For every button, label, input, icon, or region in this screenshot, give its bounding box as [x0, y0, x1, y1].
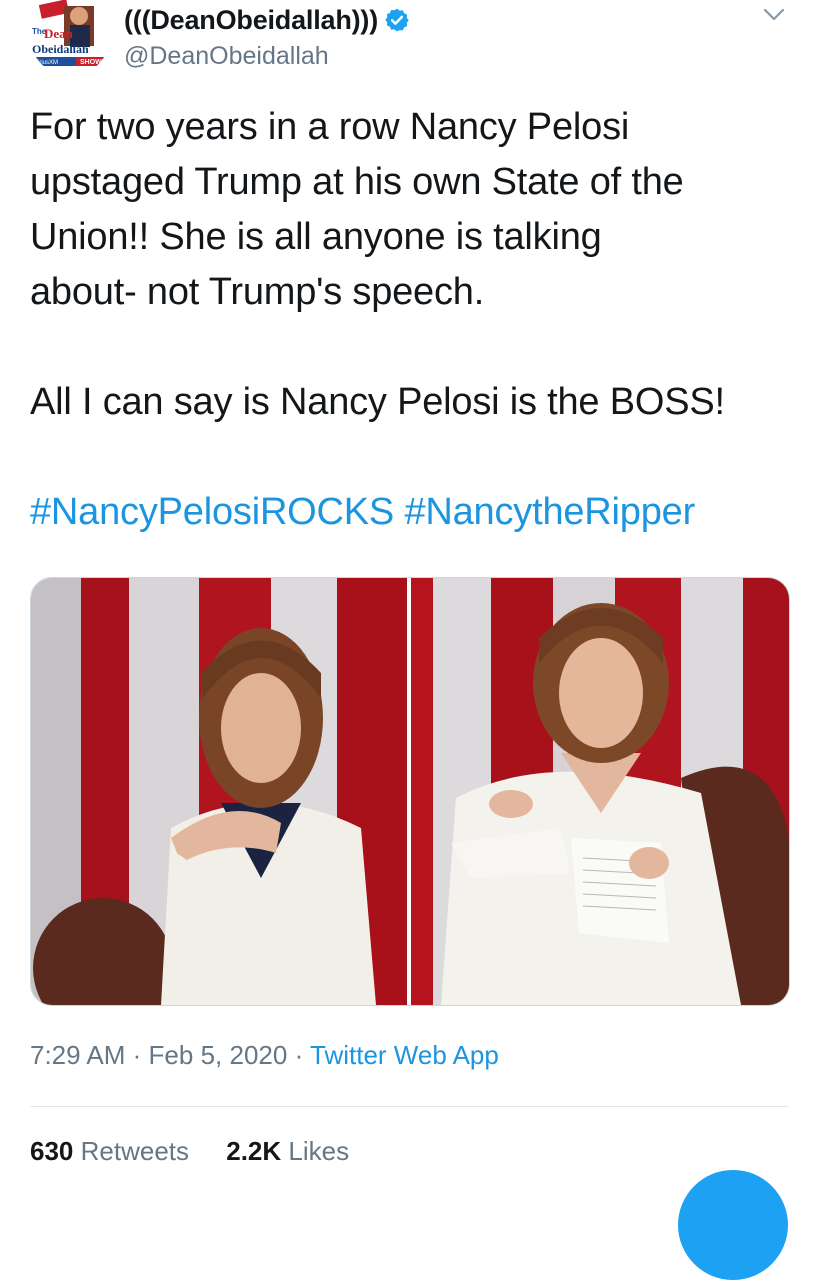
- tweet-text: For two years in a row Nancy Pelosi upst…: [30, 100, 790, 540]
- tweet-meta: 7:29 AM · Feb 5, 2020 · Twitter Web App: [30, 1040, 499, 1071]
- author-name-row[interactable]: (((DeanObeidallah))): [124, 2, 410, 38]
- tweet-text-second-paragraph: All I can say is Nancy Pelosi is the BOS…: [30, 381, 725, 423]
- tweet-text-line: Union!! She is all anyone is talking: [30, 216, 602, 258]
- media-photo[interactable]: [411, 578, 789, 1005]
- tweet-text-line: upstaged Trump at his own State of the: [30, 161, 684, 203]
- divider: [30, 1106, 788, 1107]
- author-avatar[interactable]: The Dean Obeidallah SiriusXM SHOW: [30, 0, 110, 76]
- media-photo[interactable]: [31, 578, 407, 1005]
- media-grid: [30, 577, 790, 1006]
- meta-separator: ·: [132, 1040, 142, 1070]
- tweet-source-link[interactable]: Twitter Web App: [310, 1040, 499, 1070]
- avatar-text-dean: Dean: [44, 26, 74, 41]
- tweet-detail: The Dean Obeidallah SiriusXM SHOW (((Dea…: [0, 0, 816, 1280]
- hashtag-row: #NancyPelosiROCKS #NancytheRipper: [30, 485, 790, 540]
- meta-separator: ·: [294, 1040, 304, 1070]
- likes-label: Likes: [288, 1136, 350, 1166]
- retweets-stat[interactable]: 630 Retweets: [30, 1136, 196, 1166]
- hashtag-link[interactable]: #NancytheRipper: [404, 491, 695, 533]
- compose-tweet-button[interactable]: [678, 1170, 788, 1280]
- chevron-down-icon[interactable]: [760, 4, 788, 26]
- author-handle[interactable]: @DeanObeidallah: [124, 42, 329, 71]
- avatar-text-show: SHOW: [80, 59, 102, 66]
- tweet-text-line: For two years in a row Nancy Pelosi: [30, 106, 630, 148]
- author-display-name[interactable]: (((DeanObeidallah))): [124, 5, 378, 36]
- likes-count: 2.2K: [226, 1136, 282, 1166]
- hashtag-link[interactable]: #NancyPelosiROCKS: [30, 491, 394, 533]
- tweet-time[interactable]: 7:29 AM: [30, 1040, 125, 1070]
- engagement-stats: 630 Retweets 2.2K Likes: [30, 1136, 379, 1167]
- tweet-date[interactable]: Feb 5, 2020: [149, 1040, 288, 1070]
- avatar-text-obeidallah: Obeidallah: [32, 42, 89, 56]
- retweets-label: Retweets: [80, 1136, 190, 1166]
- tweet-text-line: about- not Trump's speech.: [30, 271, 485, 313]
- retweets-count: 630: [30, 1136, 74, 1166]
- tweet-header: The Dean Obeidallah SiriusXM SHOW (((Dea…: [30, 0, 790, 80]
- likes-stat[interactable]: 2.2K Likes: [226, 1136, 349, 1166]
- avatar-text-station: SiriusXM: [34, 60, 58, 66]
- verified-badge-icon: [384, 7, 410, 33]
